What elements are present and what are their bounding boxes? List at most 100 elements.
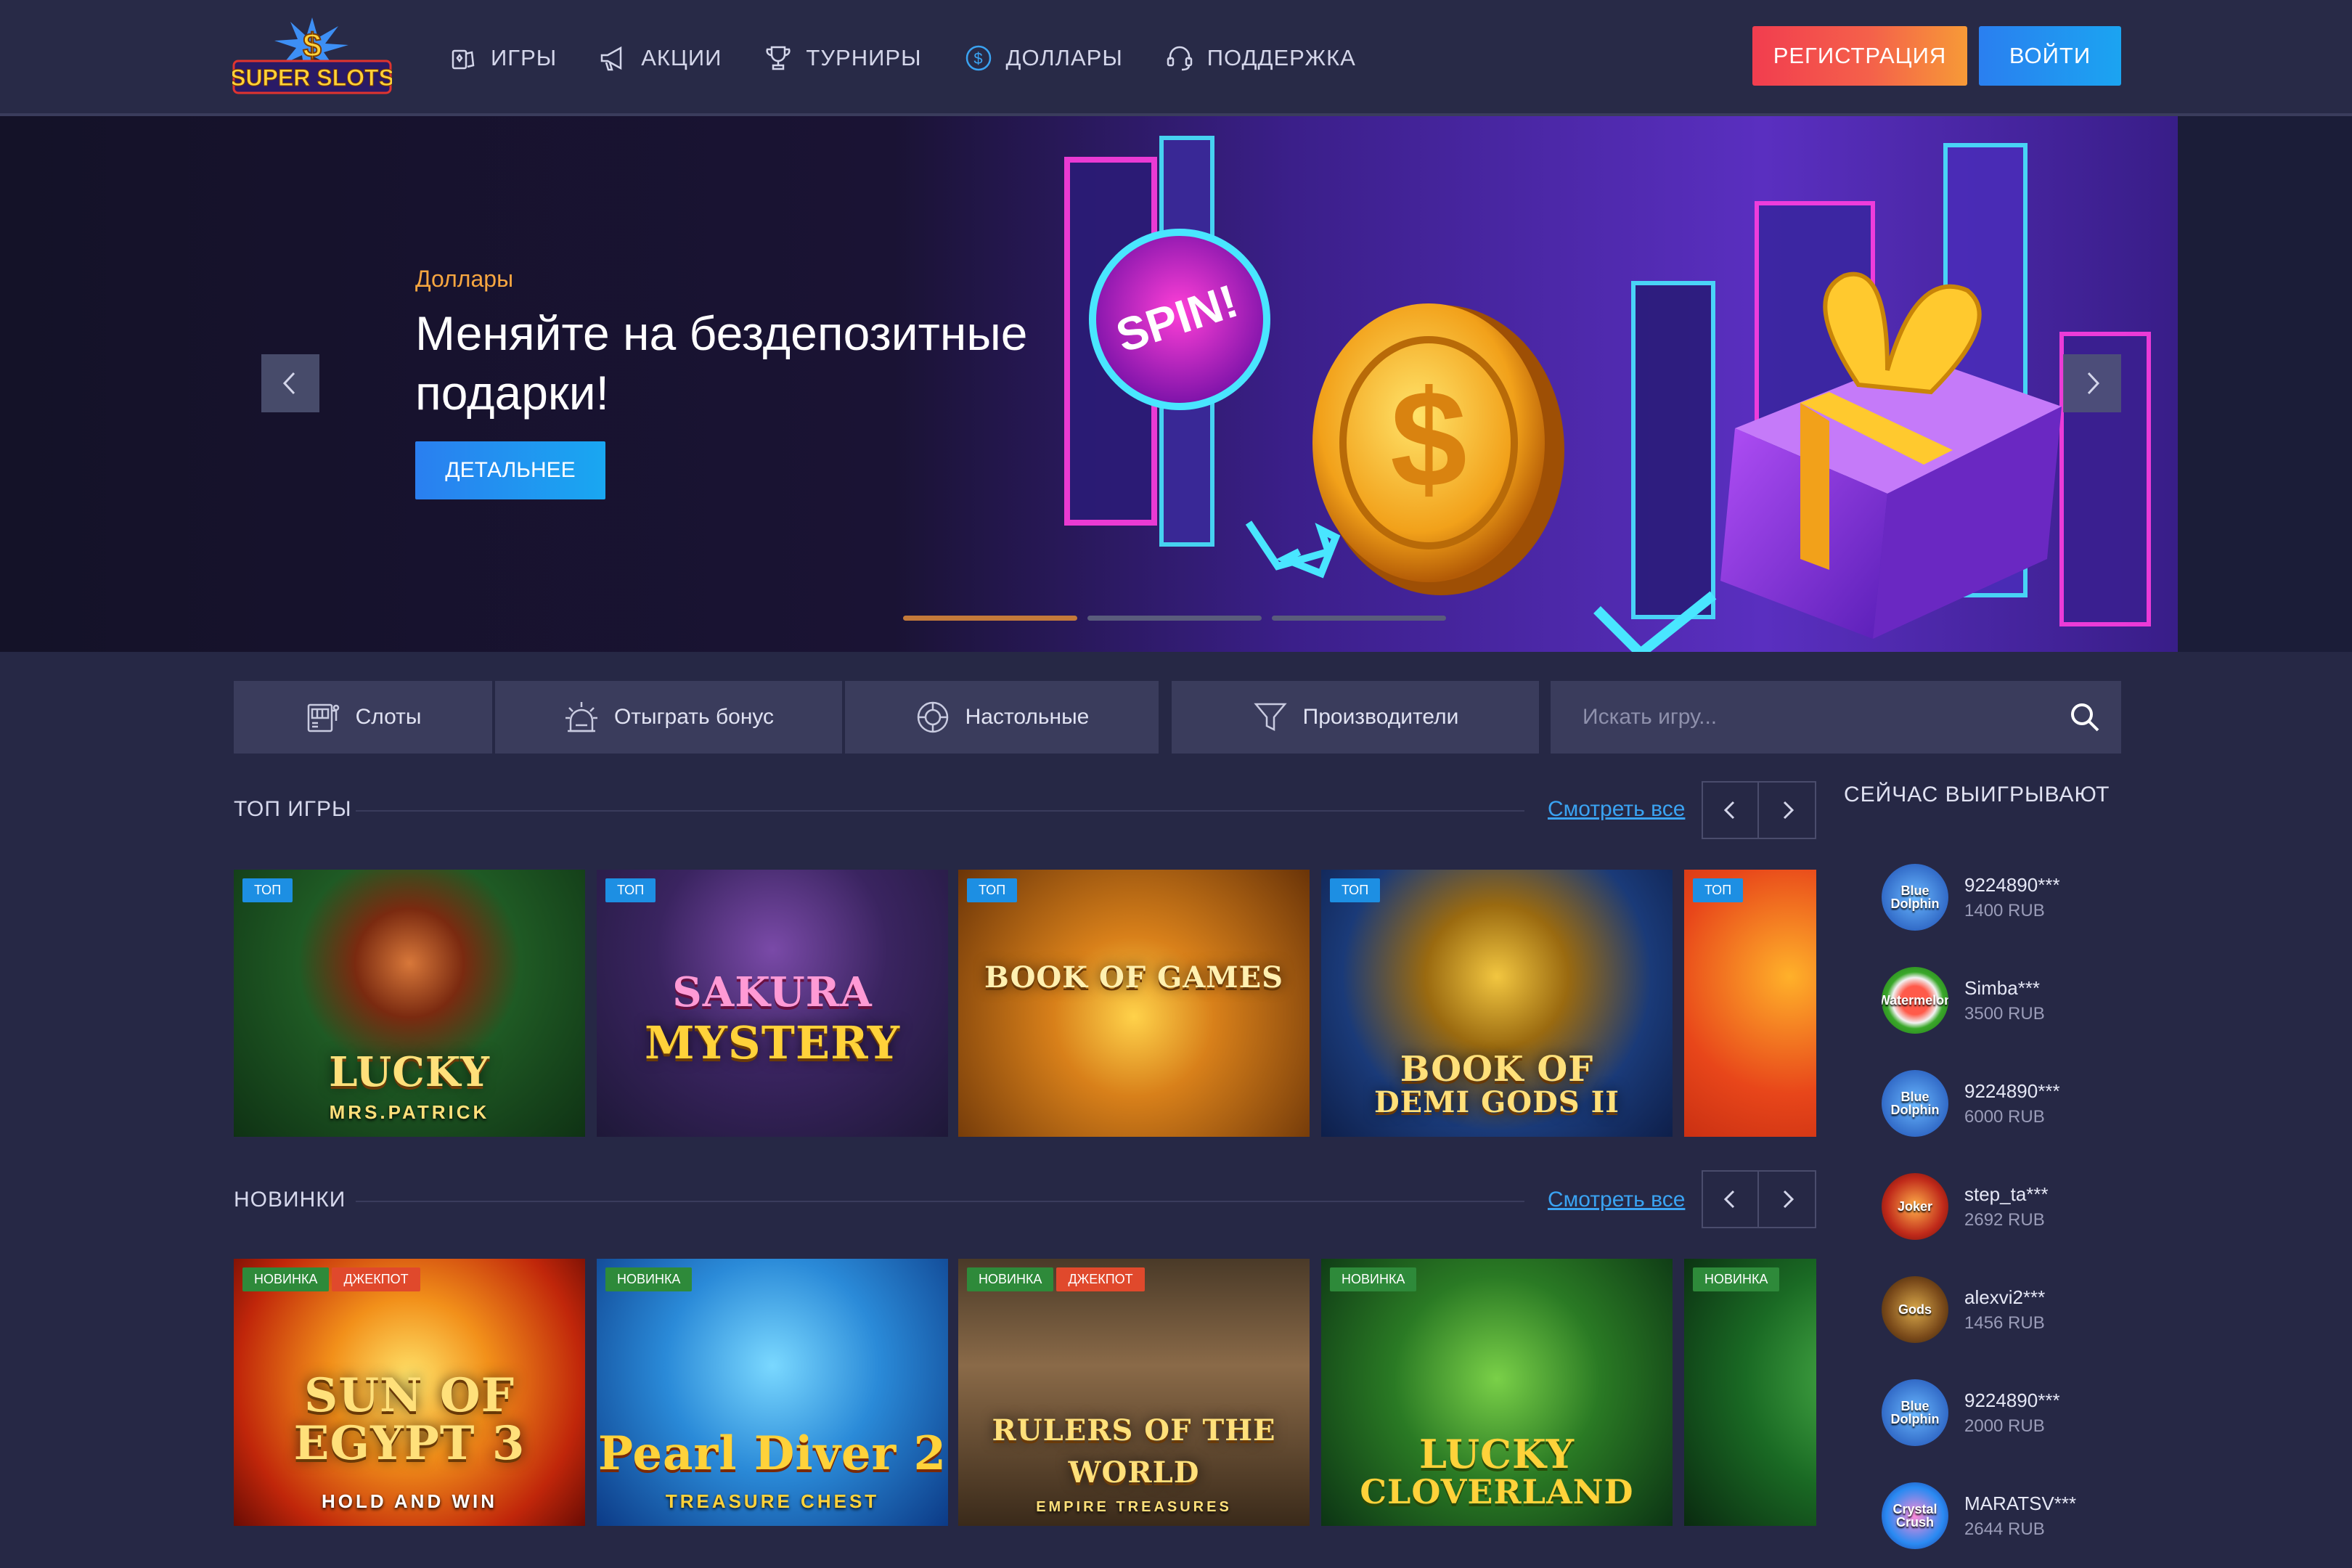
new-games-prev-button[interactable] bbox=[1702, 1170, 1759, 1228]
winner-avatar: Watermelon bbox=[1882, 967, 1948, 1034]
nav-dollars[interactable]: $ ДОЛЛАРЫ bbox=[964, 35, 1123, 81]
register-button[interactable]: РЕГИСТРАЦИЯ bbox=[1752, 26, 1967, 86]
game-tile[interactable]: SAKURA MYSTERY ТОП bbox=[597, 870, 948, 1137]
nav-tournaments[interactable]: ТУРНИРЫ bbox=[764, 35, 921, 81]
filter-bonus-label: Отыграть бонус bbox=[613, 705, 775, 729]
new-games-title: НОВИНКИ bbox=[234, 1188, 346, 1212]
winner-item[interactable]: Joker step_ta*** 2692 RUB bbox=[1882, 1170, 2049, 1243]
filter-providers[interactable]: Производители bbox=[1172, 681, 1539, 754]
winner-item[interactable]: Watermelon Simba*** 3500 RUB bbox=[1882, 964, 2045, 1037]
chevron-left-icon bbox=[1723, 1190, 1734, 1209]
winner-item[interactable]: Gods alexvi2*** 1456 RUB bbox=[1882, 1273, 2045, 1346]
banner-dot-2[interactable] bbox=[1087, 616, 1262, 621]
game-tile[interactable]: Pearl Diver 2 TREASURE CHEST НОВИНКА bbox=[597, 1259, 948, 1526]
winner-amount: 6000 RUB bbox=[1964, 1106, 2045, 1127]
search-button[interactable] bbox=[2049, 681, 2121, 754]
top-games-prev-button[interactable] bbox=[1702, 781, 1759, 839]
winner-avatar: Blue Dolphin bbox=[1882, 1379, 1948, 1446]
winner-avatar-label: Crystal Crush bbox=[1892, 1502, 1937, 1530]
winner-name: 9224890*** bbox=[1964, 1389, 2060, 1411]
banner-dot-3[interactable] bbox=[1272, 616, 1446, 621]
game-title: BOOK OF GAMES bbox=[984, 960, 1283, 995]
winner-item[interactable]: Blue Dolphin 9224890*** 1400 RUB bbox=[1882, 861, 2060, 934]
new-games-next-button[interactable] bbox=[1759, 1170, 1816, 1228]
winner-avatar-label: Gods bbox=[1898, 1302, 1932, 1317]
winner-name: 9224890*** bbox=[1964, 873, 2060, 896]
top-badge: ТОП bbox=[967, 878, 1018, 902]
svg-text:SUPER SLOTS: SUPER SLOTS bbox=[232, 65, 392, 91]
game-tile[interactable]: LUCKY CLOVERLAND НОВИНКА bbox=[1321, 1259, 1673, 1526]
login-button[interactable]: ВОЙТИ bbox=[1979, 26, 2121, 86]
game-tile[interactable]: RULERS OF THE WORLD EMPIRE TREASURES НОВ… bbox=[958, 1259, 1310, 1526]
new-badge: НОВИНКА bbox=[242, 1267, 330, 1291]
megaphone-icon bbox=[600, 46, 622, 71]
roulette-icon bbox=[917, 701, 948, 733]
winner-amount: 1456 RUB bbox=[1964, 1312, 2045, 1333]
new-games-pager bbox=[1702, 1170, 1816, 1228]
game-tile[interactable]: ТОП bbox=[1684, 870, 1816, 1137]
nav-promotions-label: АКЦИИ bbox=[641, 45, 722, 70]
top-badge: ТОП bbox=[1693, 878, 1744, 902]
winner-item[interactable]: Crystal Crush MARATSV*** 2644 RUB bbox=[1882, 1479, 2076, 1552]
filter-bonus[interactable]: Отыграть бонус bbox=[495, 681, 842, 754]
nav-games[interactable]: ИГРЫ bbox=[449, 35, 557, 81]
filter-table-games[interactable]: Настольные bbox=[845, 681, 1159, 754]
winner-name: Simba*** bbox=[1964, 976, 2041, 999]
new-badge: НОВИНКА bbox=[1693, 1267, 1780, 1291]
game-search bbox=[1551, 681, 2121, 754]
slot-machine-icon bbox=[307, 703, 339, 732]
game-title: RULERS OF THE WORLD bbox=[992, 1413, 1276, 1490]
banner-dot-1[interactable] bbox=[903, 616, 1077, 621]
game-title: LUCKY bbox=[1418, 1431, 1575, 1477]
winner-name: step_ta*** bbox=[1964, 1183, 2049, 1205]
bonus-icon bbox=[565, 702, 597, 732]
winner-avatar-label: Blue Dolphin bbox=[1890, 883, 1940, 911]
winner-item[interactable]: Blue Dolphin 9224890*** 2000 RUB bbox=[1882, 1376, 2060, 1449]
winner-name: MARATSV*** bbox=[1964, 1492, 2077, 1514]
winner-avatar-label: Watermelon bbox=[1882, 993, 1948, 1008]
nav-support[interactable]: ПОДДЕРЖКА bbox=[1165, 35, 1356, 81]
nav-tournaments-label: ТУРНИРЫ bbox=[806, 45, 922, 70]
banner-title: Меняйте на бездепозитные подарки! bbox=[415, 306, 1028, 420]
game-subtitle: CLOVERLAND bbox=[1360, 1472, 1634, 1511]
game-tile[interactable]: BOOK OF DEMI GODS II ТОП bbox=[1321, 870, 1673, 1137]
top-games-next-button[interactable] bbox=[1759, 781, 1816, 839]
winner-avatar-label: Blue Dolphin bbox=[1890, 1399, 1940, 1426]
filter-slots[interactable]: Слоты bbox=[234, 681, 492, 754]
winner-avatar-label: Joker bbox=[1897, 1199, 1933, 1214]
top-games-see-all-link[interactable]: Смотреть все bbox=[1548, 797, 1685, 822]
game-title: SAKURA bbox=[672, 968, 873, 1016]
game-subtitle: EMPIRE TREASURES bbox=[1036, 1499, 1232, 1515]
nav-promotions[interactable]: АКЦИИ bbox=[599, 35, 722, 81]
game-tile[interactable]: SUN OF EGYPT 3 HOLD AND WIN НОВИНКА ДЖЕКП… bbox=[234, 1259, 585, 1526]
winner-avatar: Crystal Crush bbox=[1882, 1482, 1948, 1549]
top-badge: ТОП bbox=[1330, 878, 1381, 902]
super-slots-logo[interactable]: $ SUPER SLOTS bbox=[230, 16, 394, 96]
nav-games-label: ИГРЫ bbox=[491, 45, 558, 70]
game-tile[interactable]: BOOK OF GAMES ТОП bbox=[958, 870, 1310, 1137]
new-games-see-all-link[interactable]: Смотреть все bbox=[1548, 1188, 1685, 1212]
svg-text:$: $ bbox=[973, 49, 983, 68]
svg-text:$: $ bbox=[303, 26, 322, 64]
banner-tag: Доллары bbox=[415, 266, 514, 292]
winner-amount: 2644 RUB bbox=[1964, 1519, 2045, 1539]
game-subtitle: HOLD AND WIN bbox=[321, 1490, 497, 1512]
winner-name: alexvi2*** bbox=[1964, 1286, 2046, 1308]
site-header: $ SUPER SLOTS ИГРЫ АКЦИИ ТУРНИРЫ $ ДОЛЛА… bbox=[0, 0, 2352, 116]
game-thumbnail bbox=[234, 870, 585, 1137]
winner-item[interactable]: Blue Dolphin 9224890*** 6000 RUB bbox=[1882, 1067, 2060, 1140]
funnel-icon bbox=[1253, 703, 1287, 732]
trophy-icon bbox=[766, 46, 791, 70]
search-input[interactable] bbox=[1551, 681, 2049, 754]
banner-next-button[interactable] bbox=[2063, 354, 2121, 412]
banner-pagination bbox=[903, 616, 1446, 621]
new-badge: НОВИНКА bbox=[605, 1267, 693, 1291]
search-icon bbox=[2071, 703, 2099, 732]
winner-avatar-label: Blue Dolphin bbox=[1890, 1090, 1940, 1117]
winner-amount: 2000 RUB bbox=[1964, 1416, 2045, 1436]
banner-prev-button[interactable] bbox=[261, 354, 319, 412]
winner-avatar: Joker bbox=[1882, 1173, 1948, 1240]
game-tile[interactable]: LUCKY MRS.PATRICK ТОП bbox=[234, 870, 585, 1137]
banner-details-button[interactable]: ДЕТАЛЬНЕЕ bbox=[415, 441, 605, 499]
game-tile[interactable]: НОВИНКА bbox=[1684, 1259, 1816, 1526]
